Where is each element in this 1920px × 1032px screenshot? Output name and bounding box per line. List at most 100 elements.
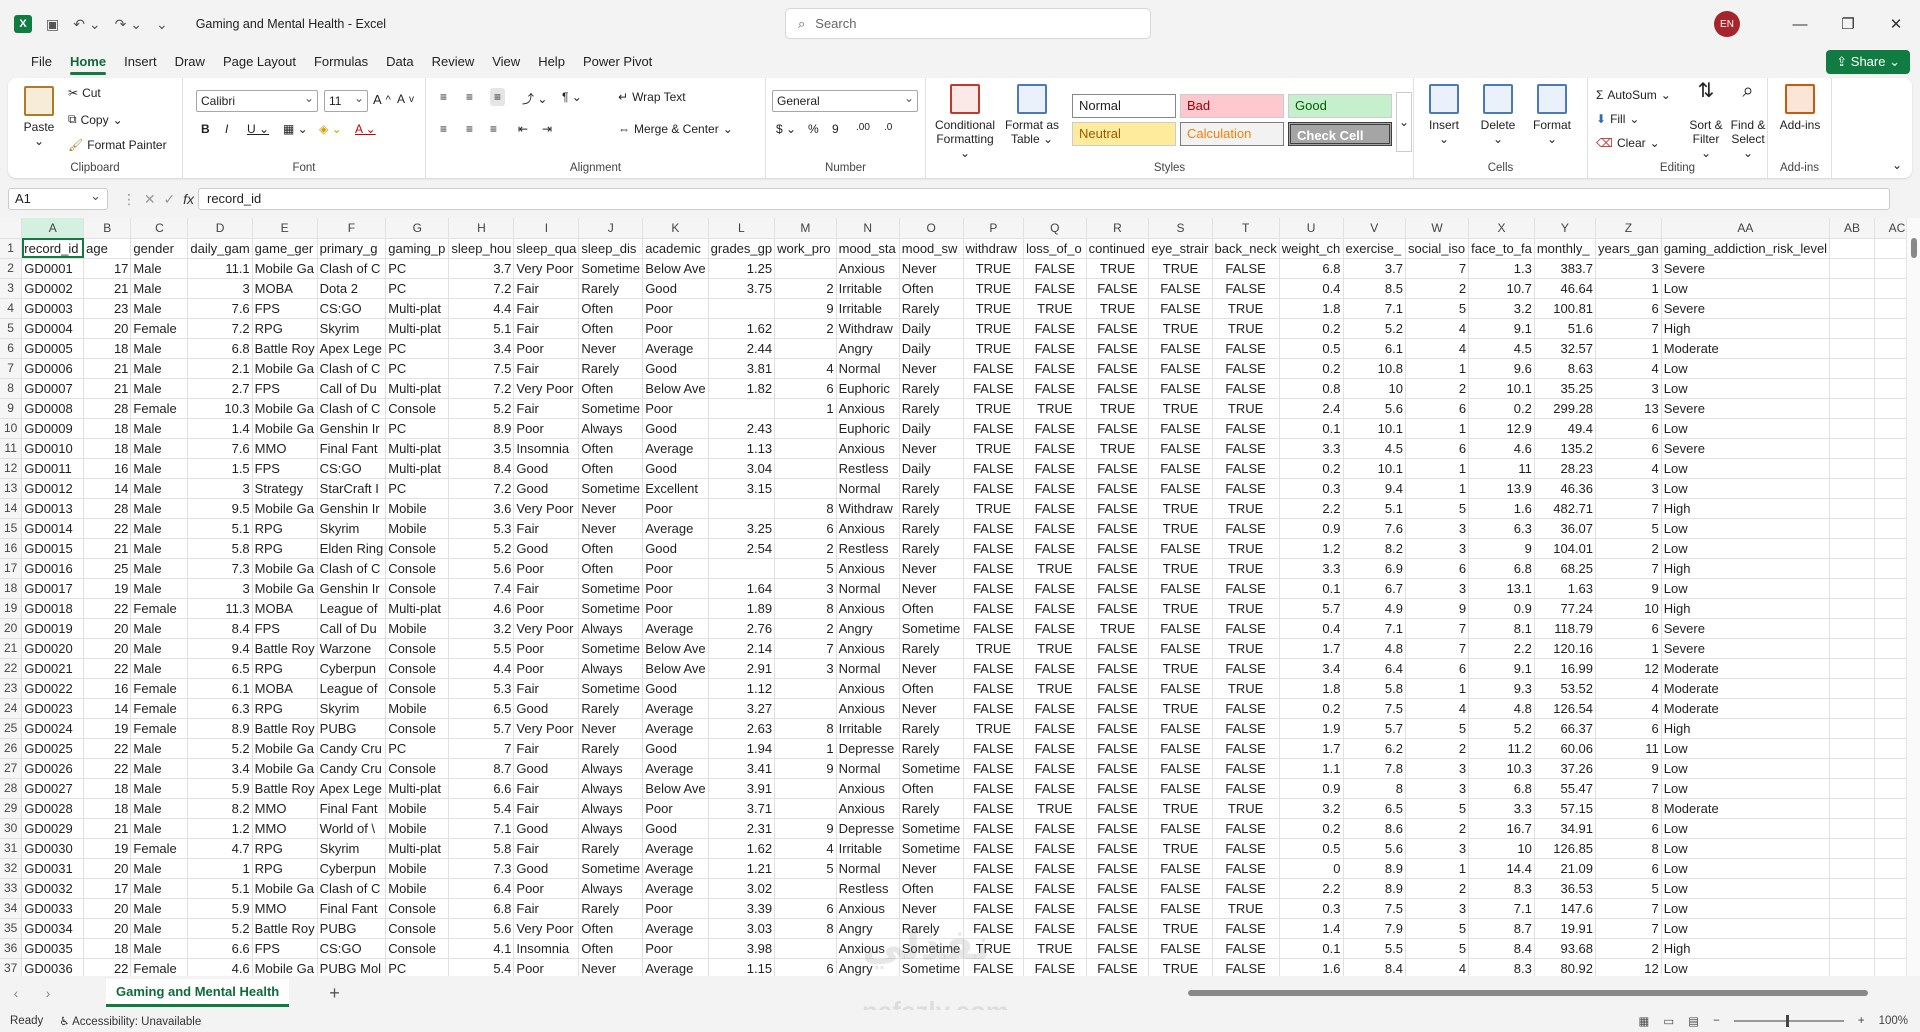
cell[interactable]: GD0002 xyxy=(21,278,85,299)
cell[interactable]: 68.25 xyxy=(1534,558,1597,579)
prev-sheet-icon[interactable]: ‹ xyxy=(0,985,32,1001)
cell[interactable]: RPG xyxy=(252,518,318,539)
header-cell[interactable]: exercise_ xyxy=(1343,238,1406,259)
italic-icon[interactable]: I xyxy=(225,122,228,136)
cell[interactable]: FALSE xyxy=(1148,818,1213,839)
cell[interactable]: League of xyxy=(317,598,387,619)
cell[interactable]: Low xyxy=(1661,918,1831,939)
cell[interactable]: Mobile Ga xyxy=(252,558,318,579)
cell[interactable]: Skyrim xyxy=(317,698,387,719)
cell[interactable]: 6.2 xyxy=(1343,738,1406,759)
cell[interactable]: TRUE xyxy=(1023,398,1087,419)
zoom-in-icon[interactable]: + xyxy=(1858,1015,1865,1027)
cell[interactable]: 1 xyxy=(774,738,837,759)
cell[interactable]: 7.6 xyxy=(187,438,253,459)
cell[interactable]: High xyxy=(1661,598,1831,619)
cell[interactable]: TRUE xyxy=(1148,918,1213,939)
row-header[interactable]: 4 xyxy=(0,298,23,319)
cell[interactable]: 36.53 xyxy=(1534,878,1597,899)
cell[interactable]: 3.3 xyxy=(1279,558,1344,579)
cell[interactable]: FALSE xyxy=(963,418,1025,439)
cell[interactable]: FALSE xyxy=(1086,338,1150,359)
row-header[interactable]: 3 xyxy=(0,278,23,299)
orientation-icon[interactable]: ⤴ ⌄ xyxy=(522,90,547,107)
cell[interactable]: 1.12 xyxy=(708,678,776,699)
cell[interactable]: 1.82 xyxy=(708,378,776,399)
cell[interactable]: FALSE xyxy=(963,778,1025,799)
cell[interactable]: Mobile Ga xyxy=(252,418,318,439)
cell[interactable]: FALSE xyxy=(1148,578,1213,599)
cell[interactable]: Insomnia xyxy=(513,438,580,459)
cell[interactable]: 5.8 xyxy=(187,538,253,559)
cell[interactable]: 19.91 xyxy=(1534,918,1597,939)
align-left-icon[interactable]: ≡ xyxy=(440,122,447,136)
cell[interactable] xyxy=(1829,778,1875,799)
cell[interactable]: 3.81 xyxy=(708,358,776,379)
cell[interactable]: 8.4 xyxy=(448,458,515,479)
cell[interactable]: 18 xyxy=(83,798,132,819)
cell[interactable]: 5 xyxy=(1405,718,1470,739)
cell[interactable]: Moderate xyxy=(1661,338,1831,359)
cell[interactable]: 0.9 xyxy=(1279,778,1344,799)
cell[interactable]: Withdraw xyxy=(836,498,900,519)
column-header-p[interactable]: P xyxy=(963,218,1025,239)
cell[interactable]: Never xyxy=(578,518,644,539)
cell[interactable]: FALSE xyxy=(1086,458,1150,479)
cell[interactable]: Male xyxy=(130,358,189,379)
column-header-k[interactable]: K xyxy=(642,218,709,239)
cell[interactable]: Average xyxy=(642,838,709,859)
cell[interactable]: 21 xyxy=(83,538,132,559)
cell[interactable]: 4.6 xyxy=(448,598,515,619)
cell[interactable]: 7.9 xyxy=(1343,918,1406,939)
cell[interactable]: Fair xyxy=(513,518,580,539)
cell[interactable]: FALSE xyxy=(1086,418,1150,439)
cell[interactable]: 6.4 xyxy=(1343,658,1406,679)
cell[interactable]: Never xyxy=(578,718,644,739)
cell[interactable]: 13.9 xyxy=(1468,478,1535,499)
cell[interactable]: GD0020 xyxy=(21,638,85,659)
cell[interactable]: 7 xyxy=(448,738,515,759)
cell[interactable]: Always xyxy=(578,758,644,779)
cell[interactable]: Good xyxy=(642,458,709,479)
column-header-aa[interactable]: AA xyxy=(1661,218,1831,239)
customize-qat-icon[interactable]: ⌄ xyxy=(156,16,168,33)
cell[interactable]: 20 xyxy=(83,918,132,939)
cell[interactable]: Battle Roy xyxy=(252,918,318,939)
cell[interactable]: 0.2 xyxy=(1279,318,1344,339)
cell[interactable]: 104.01 xyxy=(1534,538,1597,559)
cell[interactable]: 5 xyxy=(774,858,837,879)
cell[interactable]: GD0032 xyxy=(21,878,85,899)
cell[interactable]: Angry xyxy=(836,338,900,359)
cell[interactable]: 7.2 xyxy=(187,318,253,339)
cell[interactable]: Severe xyxy=(1661,618,1831,639)
cell[interactable]: 7.1 xyxy=(1343,618,1406,639)
cell[interactable]: Always xyxy=(578,618,644,639)
header-cell[interactable]: face_to_fa xyxy=(1468,238,1535,259)
cell[interactable] xyxy=(1829,298,1875,319)
cell[interactable]: Below Ave xyxy=(642,778,709,799)
tab-view[interactable]: View xyxy=(483,48,529,76)
tab-file[interactable]: File xyxy=(22,48,61,76)
row-header[interactable]: 36 xyxy=(0,938,23,959)
cell[interactable]: Average xyxy=(642,758,709,779)
cell[interactable]: GD0028 xyxy=(21,798,85,819)
cell[interactable]: Candy Cru xyxy=(317,738,387,759)
cell[interactable]: Rarely xyxy=(578,838,644,859)
cell[interactable]: 3.3 xyxy=(1468,798,1535,819)
cell[interactable]: Often xyxy=(578,558,644,579)
cell[interactable]: 1.2 xyxy=(1279,538,1344,559)
cell[interactable]: 3.03 xyxy=(708,918,776,939)
cell[interactable]: 7.8 xyxy=(1343,758,1406,779)
cell[interactable]: 2.54 xyxy=(708,538,776,559)
cell[interactable]: Good xyxy=(513,758,580,779)
cell[interactable]: 0.4 xyxy=(1279,618,1344,639)
cell[interactable]: Low xyxy=(1661,838,1831,859)
cell[interactable]: GD0024 xyxy=(21,718,85,739)
cell[interactable]: 1.9 xyxy=(1279,718,1344,739)
cell[interactable]: 8 xyxy=(774,918,837,939)
cell[interactable]: 7.5 xyxy=(1343,898,1406,919)
cell[interactable]: Skyrim xyxy=(317,518,387,539)
column-header-d[interactable]: D xyxy=(187,218,253,239)
cell[interactable]: 2.4 xyxy=(1279,398,1344,419)
cell[interactable]: 1 xyxy=(1405,678,1470,699)
